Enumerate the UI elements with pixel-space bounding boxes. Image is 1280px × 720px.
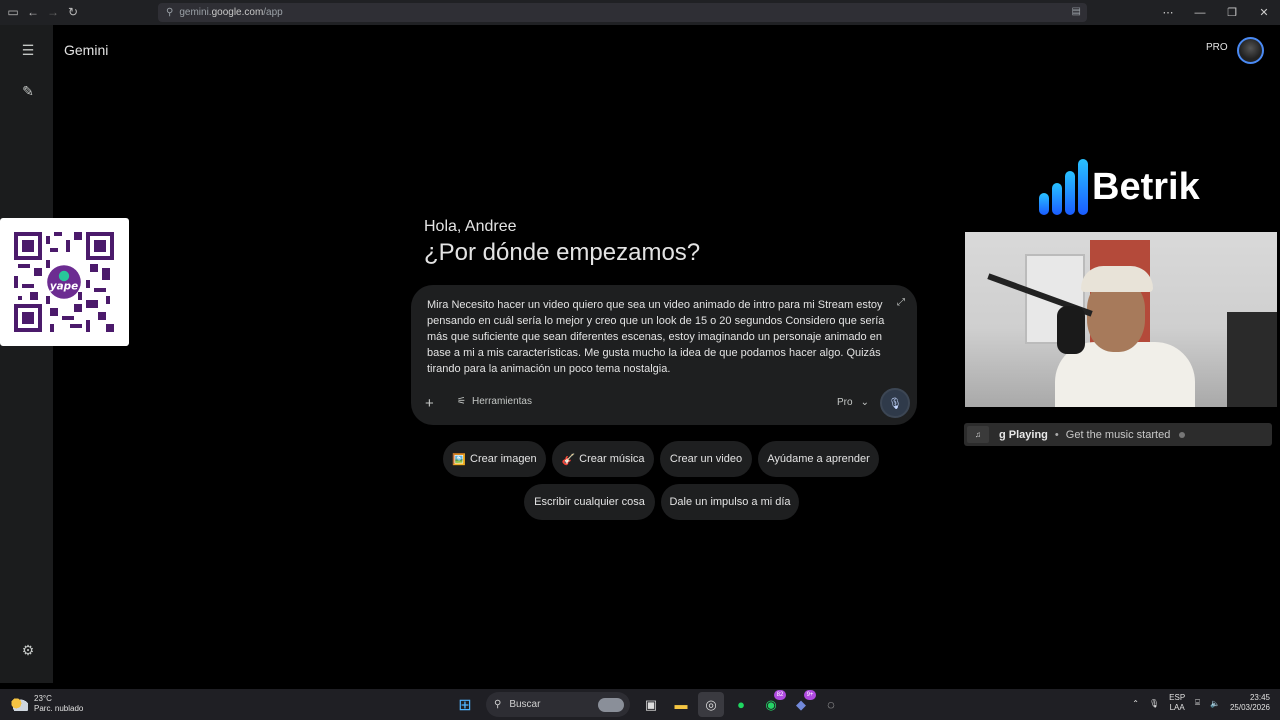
prompt-input[interactable]: Mira Necesito hacer un video quiero que …	[427, 297, 885, 377]
search-icon: ⚲	[494, 699, 502, 710]
partly-cloudy-icon	[10, 697, 28, 711]
brand-logo: Betrik	[1039, 158, 1200, 216]
chip-label: Ayúdame a aprender	[767, 453, 870, 465]
chevron-down-icon: ⌄	[860, 397, 869, 408]
system-tray: ⌃ 🎙 ESP LAA ⌸ 🔈 23:45 25/03/2026	[1132, 693, 1270, 713]
split-view-icon[interactable]: ▤	[1072, 6, 1081, 17]
chip-write-anything[interactable]: Escribir cualquier cosa	[524, 484, 655, 520]
url-path: /app	[263, 7, 283, 18]
address-bar[interactable]: ⚲ gemini. google.com/app ▤	[158, 3, 1087, 22]
temperature: 23°C	[34, 694, 52, 703]
chrome-icon[interactable]: ◎	[698, 692, 724, 717]
chip-label: Crear un video	[669, 453, 743, 465]
clock[interactable]: 23:45 25/03/2026	[1230, 693, 1270, 713]
discord-icon[interactable]: ◆ 9+	[788, 690, 816, 717]
now-playing-title: g Playing	[999, 428, 1048, 441]
sidebar-toggle-icon[interactable]: ▭	[3, 2, 23, 22]
music-note-icon: ♫	[967, 426, 989, 443]
spotify-icon[interactable]: ●	[728, 692, 754, 717]
expand-icon[interactable]: ⤢	[897, 297, 905, 308]
qr-brand-label: yape	[50, 281, 78, 293]
chip-label: Dale un impulso a mi día	[669, 496, 791, 508]
network-icon[interactable]: ⌸	[1195, 698, 1200, 708]
app-title[interactable]: Gemini	[64, 42, 108, 58]
restore-icon[interactable]: ❐	[1216, 0, 1248, 25]
settings-icon[interactable]: ⚙	[16, 638, 40, 662]
microphone-icon[interactable]: 🎙	[880, 388, 910, 418]
main-menu-icon[interactable]: ☰	[16, 38, 40, 62]
model-selector[interactable]: Pro ⌄	[837, 397, 869, 408]
chip-create-music[interactable]: 🎸 Crear música	[552, 441, 654, 477]
chip-label: Escribir cualquier cosa	[534, 496, 645, 508]
obs-icon[interactable]: ◌	[818, 692, 844, 717]
taskbar-search[interactable]: ⚲ Buscar	[486, 692, 630, 717]
weather-condition: Parc. nublado	[34, 704, 84, 713]
plan-badge: PRO	[1206, 42, 1228, 53]
url-host: google.com	[211, 7, 264, 18]
more-menu-icon[interactable]: ⋯	[1152, 0, 1184, 25]
url-prefix: gemini.	[179, 7, 212, 18]
qr-card: yape	[0, 218, 129, 346]
greeting-question: ¿Por dónde empezamos?	[424, 239, 701, 266]
browser-titlebar: ▭ ← → ↻ ⚲ gemini. google.com/app ▤ ⋯ — ❐ …	[0, 0, 1280, 25]
search-highlight-icon	[598, 697, 624, 712]
task-view-icon[interactable]: ▣	[638, 692, 664, 717]
file-explorer-icon[interactable]: ▬	[668, 692, 694, 717]
close-icon[interactable]: ✕	[1248, 0, 1280, 25]
chevron-up-icon[interactable]: ⌃	[1132, 699, 1139, 708]
chip-create-image[interactable]: 🖼️ Crear imagen	[443, 441, 546, 477]
account-avatar[interactable]	[1237, 37, 1264, 64]
chip-boost-day[interactable]: Dale un impulso a mi día	[661, 484, 799, 520]
chip-help-learn[interactable]: Ayúdame a aprender	[758, 441, 879, 477]
chip-label: Crear música	[579, 453, 645, 465]
prompt-box[interactable]: Mira Necesito hacer un video quiero que …	[411, 285, 917, 425]
chip-create-video[interactable]: Crear un video	[660, 441, 752, 477]
status-dot	[1179, 431, 1186, 438]
tools-button[interactable]: ⚟ Herramientas	[457, 396, 532, 407]
chip-label: Crear imagen	[470, 453, 537, 465]
tools-label: Herramientas	[471, 396, 532, 407]
reload-icon[interactable]: ↻	[63, 2, 83, 22]
whatsapp-icon[interactable]: ◉ 82	[758, 690, 786, 717]
guitar-icon: 🎸	[561, 453, 576, 466]
windows-start-icon[interactable]: ⊞	[452, 692, 478, 717]
image-icon: 🖼️	[452, 453, 467, 466]
yape-qr-code: yape	[14, 232, 114, 332]
brand-name: Betrik	[1092, 165, 1200, 208]
taskbar: 23°C Parc. nublado ⊞ ⚲ Buscar ▣ ▬ ◎ ● ◉ 8…	[0, 689, 1280, 720]
microphone-tray-icon[interactable]: 🎙	[1149, 699, 1159, 708]
volume-icon[interactable]: 🔈	[1210, 699, 1220, 708]
bars-logo-icon	[1039, 159, 1088, 215]
whatsapp-badge: 82	[774, 690, 786, 700]
back-icon[interactable]: ←	[23, 2, 43, 22]
forward-icon[interactable]: →	[43, 2, 63, 22]
webcam-feed	[965, 232, 1277, 407]
app-sidebar: ☰ ✎ ⚙	[0, 25, 53, 683]
new-chat-icon[interactable]: ✎	[16, 79, 40, 103]
minimize-icon[interactable]: —	[1184, 0, 1216, 25]
site-info-icon[interactable]: ⚲	[166, 7, 173, 18]
weather-widget[interactable]: 23°C Parc. nublado	[10, 694, 83, 714]
now-playing-text: Get the music started	[1065, 428, 1171, 441]
discord-badge: 9+	[804, 690, 816, 700]
search-label: Buscar	[509, 699, 541, 710]
now-playing-bar: ♫ g Playing • Get the music started	[964, 423, 1272, 446]
add-file-icon[interactable]: +	[425, 395, 434, 412]
model-label: Pro	[837, 397, 853, 408]
language-indicator[interactable]: ESP LAA	[1169, 693, 1185, 713]
separator-dot: •	[1054, 428, 1059, 441]
greeting-name: Hola, Andree	[424, 218, 517, 235]
tools-icon: ⚟	[457, 396, 466, 407]
